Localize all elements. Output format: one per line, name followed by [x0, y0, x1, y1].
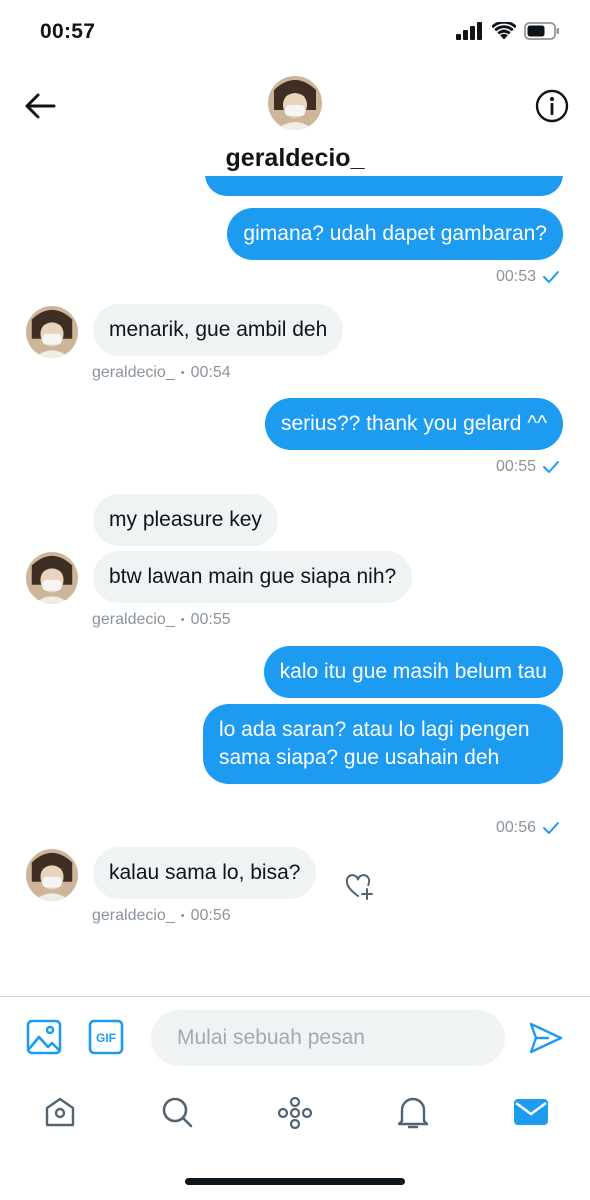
- message-time: 00:54: [190, 364, 231, 381]
- sender-avatar[interactable]: [26, 552, 78, 604]
- sent-check-icon: [543, 271, 559, 283]
- image-icon: [26, 1019, 62, 1055]
- message-text: kalo itu gue masih belum tau: [279, 660, 547, 683]
- message-meta: geraldecio_ • 00:54: [92, 364, 231, 382]
- message-bubble-outgoing[interactable]: kalo itu gue masih belum tau: [263, 646, 563, 698]
- message-bubble-incoming[interactable]: kalau sama lo, bisa?: [93, 847, 317, 899]
- message-sender: geraldecio_: [92, 364, 175, 381]
- message-bubble-incoming[interactable]: menarik, gue ambil deh: [93, 304, 344, 356]
- message-bubble-incoming[interactable]: btw lawan main gue siapa nih?: [93, 551, 413, 603]
- message-bubble-partial[interactable]: [205, 176, 563, 196]
- message-sender: geraldecio_: [92, 907, 175, 924]
- status-bar: 00:57: [0, 0, 590, 64]
- message-text: btw lawan main gue siapa nih?: [109, 565, 397, 588]
- message-bubble-incoming[interactable]: my pleasure key: [93, 494, 278, 546]
- message-text: gimana? udah dapet gambaran?: [243, 222, 547, 245]
- message-text: lo ada saran? atau lo lagi pengen sama s…: [219, 718, 530, 769]
- heart-plus-icon: [345, 874, 373, 900]
- add-gif-button[interactable]: GIF: [88, 1019, 124, 1055]
- send-button[interactable]: [528, 1020, 564, 1056]
- tab-notifications[interactable]: [393, 1092, 433, 1132]
- message-input[interactable]: [151, 1010, 505, 1066]
- profile-photo: [26, 849, 78, 901]
- home-icon: [45, 1097, 75, 1127]
- message-time: 00:55: [495, 458, 536, 475]
- message-meta: 00:56: [496, 819, 560, 837]
- meta-separator: •: [180, 910, 185, 922]
- meta-separator: •: [180, 614, 185, 626]
- profile-photo: [268, 76, 322, 130]
- send-icon: [529, 1022, 563, 1054]
- tab-messages[interactable]: [511, 1092, 551, 1132]
- meta-separator: •: [180, 367, 185, 379]
- gif-label: GIF: [96, 1031, 116, 1045]
- message-text: menarik, gue ambil deh: [109, 318, 328, 341]
- message-meta: geraldecio_ • 00:55: [92, 611, 231, 629]
- message-text: serius?? thank you gelard ^^: [280, 412, 547, 435]
- messages-icon: [514, 1099, 548, 1125]
- bottom-tab-bar: [0, 1087, 590, 1137]
- message-time: 00:53: [495, 268, 536, 285]
- status-time: 00:57: [40, 20, 96, 43]
- home-indicator: [185, 1178, 405, 1185]
- sent-check-icon: [543, 461, 559, 473]
- message-bubble-outgoing[interactable]: lo ada saran? atau lo lagi pengen sama s…: [203, 704, 563, 784]
- message-meta: 00:53: [496, 268, 560, 286]
- sender-avatar[interactable]: [26, 306, 78, 358]
- battery-icon: [524, 22, 559, 40]
- sender-avatar[interactable]: [26, 849, 78, 901]
- message-list[interactable]: gimana? udah dapet gambaran? 00:53 menar…: [0, 176, 590, 992]
- message-text: my pleasure key: [109, 508, 262, 531]
- spaces-icon: [277, 1096, 313, 1129]
- info-icon: [535, 89, 569, 123]
- message-bubble-outgoing[interactable]: serius?? thank you gelard ^^: [264, 398, 563, 450]
- header-avatar[interactable]: [268, 76, 322, 130]
- search-icon: [162, 1097, 193, 1128]
- profile-photo: [26, 552, 78, 604]
- tab-home[interactable]: [40, 1092, 80, 1132]
- info-button[interactable]: [532, 86, 572, 126]
- react-button[interactable]: [344, 872, 374, 902]
- message-bubble-outgoing[interactable]: gimana? udah dapet gambaran?: [227, 208, 563, 260]
- message-composer: GIF: [0, 997, 590, 1077]
- sent-check-icon: [543, 822, 559, 834]
- tab-spaces[interactable]: [275, 1092, 315, 1132]
- notifications-icon: [397, 1097, 429, 1129]
- message-time: 00:56: [190, 907, 231, 924]
- message-meta: geraldecio_ • 00:56: [92, 907, 231, 925]
- arrow-left-icon: [25, 93, 56, 119]
- wifi-icon: [492, 22, 516, 40]
- tab-search[interactable]: [157, 1092, 197, 1132]
- add-media-button[interactable]: [26, 1019, 62, 1055]
- status-icons: [456, 22, 560, 40]
- profile-photo: [26, 306, 78, 358]
- gif-icon: GIF: [88, 1019, 124, 1055]
- conversation-username[interactable]: geraldecio_: [0, 144, 590, 173]
- conversation-header: geraldecio_: [0, 64, 590, 184]
- back-button[interactable]: [20, 86, 60, 126]
- message-time: 00:55: [190, 611, 231, 628]
- message-text: kalau sama lo, bisa?: [109, 861, 301, 884]
- message-time: 00:56: [495, 819, 536, 836]
- signal-icon: [456, 22, 482, 40]
- message-meta: 00:55: [496, 458, 560, 476]
- message-sender: geraldecio_: [92, 611, 175, 628]
